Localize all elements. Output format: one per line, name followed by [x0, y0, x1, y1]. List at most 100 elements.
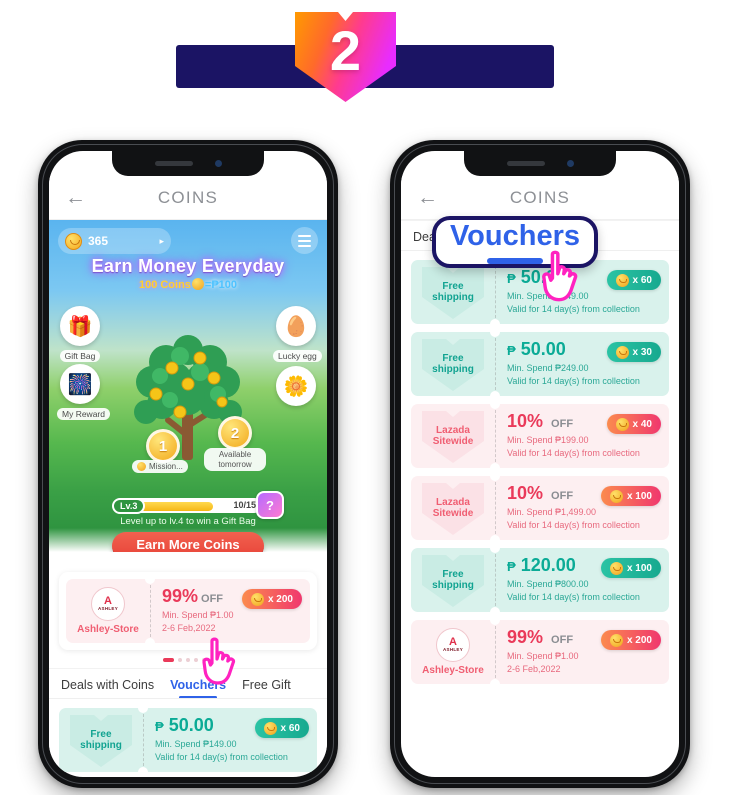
carousel-dot-active[interactable]	[162, 658, 174, 662]
coin-icon	[263, 721, 277, 735]
back-arrow-icon[interactable]: ←	[65, 187, 86, 208]
hamburger-menu-icon[interactable]	[291, 227, 318, 254]
voucher-coin-price[interactable]: x 30	[606, 342, 661, 362]
coin-icon	[609, 633, 623, 647]
step-number-heart-badge: 2	[293, 4, 398, 104]
step-number: 2	[329, 18, 362, 82]
voucher-validity: 2-6 Feb,2022	[162, 622, 216, 633]
voucher-coin-price[interactable]: x 200	[600, 630, 661, 650]
coin-icon	[609, 489, 623, 503]
page-title: COINS	[157, 187, 219, 207]
voucher-list-right: Free shipping ₱ 50.00 Min. Spend ₱149.00…	[401, 251, 679, 684]
tab-free-gift[interactable]: Free Gift	[242, 678, 291, 699]
store-logo-icon: A ASHLEY	[436, 627, 470, 662]
voucher-left: Free shipping	[411, 548, 495, 612]
side-icon-label: Gift Bag	[59, 350, 101, 362]
notch-speaker	[154, 161, 193, 166]
voucher-card[interactable]: Lazada Sitewide 10% OFF Min. Spend ₱199.…	[411, 404, 669, 468]
side-icon-my-reward[interactable]: 🎆 My Reward	[57, 364, 110, 422]
carousel-dot[interactable]	[177, 658, 182, 662]
carousel-dot[interactable]	[193, 658, 198, 662]
mystery-gift-icon[interactable]: ?	[256, 491, 284, 519]
voucher-card[interactable]: Free shipping ₱ 50.00 Min. Spend ₱249.00…	[411, 332, 669, 396]
flower-icon: 🌼	[276, 366, 316, 406]
voucher-type-label: Lazada Sitewide	[432, 496, 474, 520]
voucher-card[interactable]: Free shipping ₱ 120.00 Min. Spend ₱800.0…	[411, 548, 669, 612]
carousel-dot[interactable]	[185, 658, 190, 662]
level-progress-bar: Lv.3 10/15 ?	[112, 491, 284, 519]
my-reward-icon: 🎆	[60, 364, 100, 404]
voucher-coin-price-text: x 100	[626, 562, 652, 574]
coin-balance-value: 365	[88, 234, 109, 248]
callout-label: Vouchers	[449, 220, 580, 252]
voucher-left: Lazada Sitewide	[411, 404, 495, 468]
gift-bag-icon: 🎁	[60, 306, 100, 346]
voucher-validity: Valid for 14 day(s) from collection	[507, 447, 640, 458]
voucher-right: ₱ 50.00 Min. Spend ₱149.00 Valid for 14 …	[496, 260, 669, 324]
side-icon-lucky-egg[interactable]: 🥚 Lucky egg	[273, 306, 322, 364]
voucher-coin-price[interactable]: x 100	[600, 486, 661, 506]
voucher-validity: Valid for 14 day(s) from collection	[507, 519, 640, 530]
notch-camera	[214, 160, 222, 167]
app-bar-right: ← COINS	[401, 176, 679, 220]
voucher-min-spend: Min. Spend ₱800.00	[507, 578, 589, 589]
hand-pointer-cursor	[202, 637, 236, 685]
coin-icon	[250, 592, 264, 606]
page-header: 2	[0, 0, 730, 130]
voucher-coin-price[interactable]: x 200	[241, 589, 302, 609]
voucher-coin-price[interactable]: x 60	[606, 270, 661, 290]
tab-deals-with-coins[interactable]: Deals with Coins	[61, 678, 154, 699]
voucher-card[interactable]: A ASHLEY Ashley-Store 99% OFF Min. Spend…	[411, 620, 669, 684]
voucher-min-spend: Min. Spend ₱1.00	[507, 650, 579, 661]
voucher-card[interactable]: Free shipping ₱ 50.00 Min. Spend ₱149.00…	[59, 708, 317, 772]
voucher-coin-price-text: x 200	[267, 593, 293, 605]
voucher-coin-price[interactable]: x 40	[606, 414, 661, 434]
voucher-amount-value: 99%	[162, 586, 199, 606]
peso-sign: ₱	[155, 719, 164, 734]
chevron-right-icon: ▸	[159, 235, 164, 246]
store-logo-icon: A ASHLEY	[91, 586, 125, 621]
level-hint-text: Level up to lv.4 to win a Gift Bag	[120, 516, 256, 527]
back-arrow-icon[interactable]: ←	[417, 187, 438, 208]
voucher-card[interactable]: A ASHLEY Ashley-Store 99% OFF Min. Spend …	[66, 579, 310, 643]
voucher-coin-price[interactable]: x 60	[254, 718, 309, 738]
voucher-amount-value: 50.00	[168, 715, 214, 735]
carousel-dots[interactable]	[59, 650, 317, 668]
game-subtitle-equals: =₱100	[204, 279, 238, 291]
voucher-amount-unit: OFF	[201, 593, 224, 605]
voucher-coin-price[interactable]: x 100	[600, 558, 661, 578]
coin-icon	[615, 273, 629, 287]
mission-1-text: Mission...	[149, 462, 183, 471]
notch-speaker	[506, 161, 545, 166]
level-progress-value: 10/15	[233, 500, 256, 510]
side-icon-label: Lucky egg	[273, 350, 322, 362]
voucher-type-label: Free shipping	[432, 352, 474, 376]
voucher-left: Lazada Sitewide	[411, 476, 495, 540]
coin-icon	[65, 232, 82, 250]
notch-camera	[566, 160, 574, 167]
voucher-left: A ASHLEY Ashley-Store	[411, 620, 495, 684]
game-title: Earn Money Everyday	[91, 256, 285, 276]
voucher-coin-price-text: x 200	[626, 634, 652, 646]
app-bar-left: ← COINS	[49, 176, 327, 220]
side-icon-gift-bag[interactable]: 🎁 Gift Bag	[57, 306, 103, 364]
callout-underline	[487, 258, 543, 264]
voucher-amount-unit: OFF	[551, 490, 574, 502]
voucher-left: A ASHLEY Ashley-Store	[66, 579, 150, 643]
voucher-min-spend: Min. Spend ₱1.00	[162, 609, 234, 620]
voucher-min-spend: Min. Spend ₱149.00	[507, 290, 589, 301]
coin-icon	[609, 561, 623, 575]
mission-coin-2[interactable]: 2	[218, 416, 252, 450]
coin-icon-small	[191, 278, 204, 290]
voucher-card[interactable]: Lazada Sitewide 10% OFF Min. Spend ₱1,49…	[411, 476, 669, 540]
promo-carousel: A ASHLEY Ashley-Store 99% OFF Min. Spend …	[49, 552, 327, 668]
promo-card[interactable]: A ASHLEY Ashley-Store 99% OFF Min. Spend …	[59, 572, 317, 650]
side-icon-flower-bonus[interactable]: 🌼	[273, 366, 319, 406]
voucher-type-label: Lazada Sitewide	[432, 424, 474, 448]
mission-coin-1[interactable]: 1	[146, 429, 180, 463]
level-tag: Lv.3	[112, 498, 146, 514]
voucher-left: Free shipping	[59, 708, 143, 772]
voucher-amount-value: 99%	[507, 627, 544, 647]
coin-balance-chip[interactable]: 365 ▸	[58, 228, 171, 254]
voucher-list-left: Free shipping ₱ 50.00 Min. Spend ₱149.00…	[49, 699, 327, 772]
